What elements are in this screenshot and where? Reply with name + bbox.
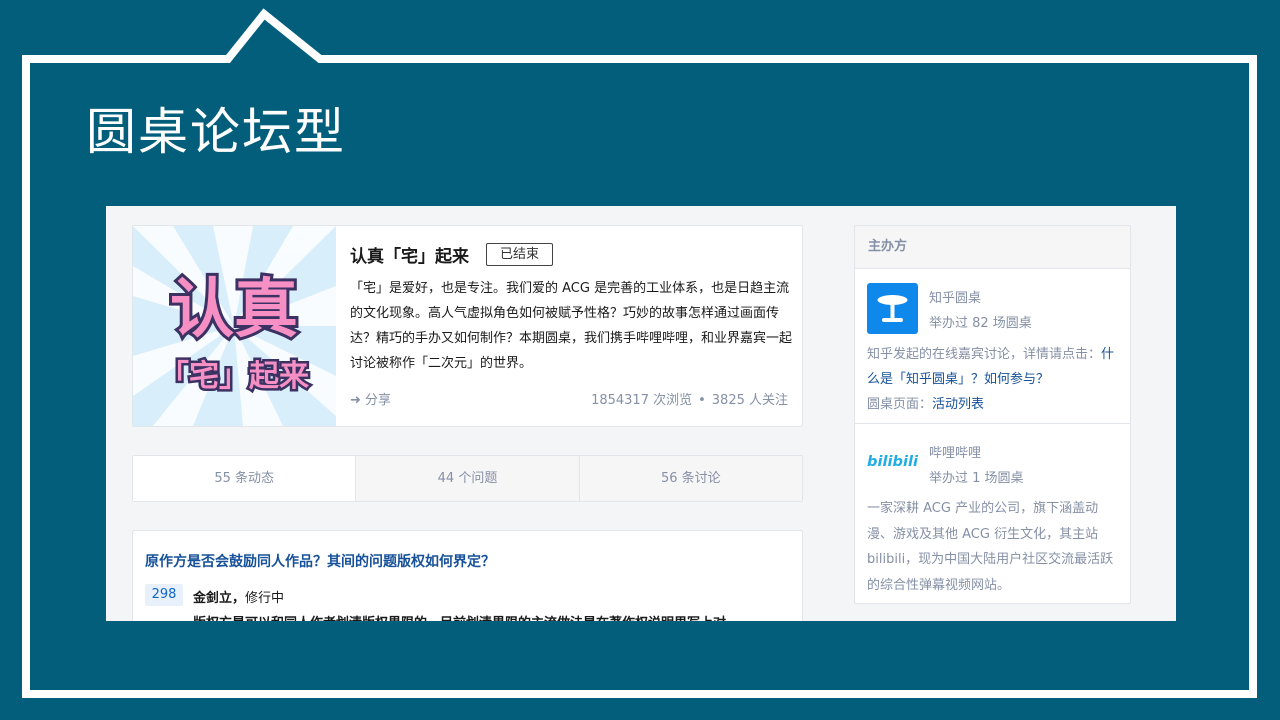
roundtable-tabs: 55 条动态 44 个问题 56 条讨论 xyxy=(132,455,803,502)
answer-author: 金釗立，修行中 xyxy=(193,587,284,606)
question-card: 原作方是否会鼓励同人作品？其间的问题版权如何界定？ 298 金釗立，修行中 版权… xyxy=(132,530,803,621)
follower-count[interactable]: 3825 人关注 xyxy=(712,393,788,408)
status-badge: 已结束 xyxy=(486,243,553,266)
tab-activities[interactable]: 55 条动态 xyxy=(133,456,357,501)
bilibili-logo-icon[interactable]: bilibili xyxy=(867,447,919,473)
organizer-name-zhihu[interactable]: 知乎圆桌 xyxy=(929,287,981,306)
organizer-meta-zhihu: 举办过 82 场圆桌 xyxy=(929,316,1032,331)
vote-count[interactable]: 298 xyxy=(145,584,183,606)
stats-separator: • xyxy=(698,393,706,408)
roundtable-description: 「宅」是爱好，也是专注。我们爱的 ACG 是完善的工业体系，也是日趋主流的文化现… xyxy=(350,281,793,371)
author-bio: 修行中 xyxy=(245,591,285,606)
question-title[interactable]: 原作方是否会鼓励同人作品？其间的问题版权如何界定？ xyxy=(145,551,495,571)
view-count: 1854317 次浏览 xyxy=(591,393,693,408)
share-button[interactable]: ➜ 分享 xyxy=(350,389,391,408)
activity-list-link[interactable]: 活动列表 xyxy=(932,397,984,412)
zhihu-roundtable-logo-icon[interactable] xyxy=(867,283,918,334)
author-name[interactable]: 金釗立， xyxy=(193,591,245,606)
org1-desc-prefix: 知乎发起的在线嘉宾讨论，详情请点击： xyxy=(867,347,1102,362)
organizer-sidebar: 主办方 知乎圆桌 举办过 82 场圆桌 知乎发起的在线嘉宾讨论，详情请点击：什么… xyxy=(854,225,1131,604)
organizer-name-bilibili[interactable]: 哔哩哔哩 xyxy=(929,442,981,461)
bilibili-logo-text: bilibili xyxy=(867,454,918,470)
cover-title-line1: 认真 xyxy=(170,273,298,347)
roundtable-title[interactable]: 认真「宅」起来 xyxy=(350,242,469,267)
screenshot-panel: 认真 「宅」起来 认真「宅」起来 已结束 「宅」是爱好，也是专注。我们爱的 AC… xyxy=(106,206,1176,621)
roundtable-cover-image[interactable]: 认真 「宅」起来 xyxy=(133,226,336,426)
slide-title: 圆桌论坛型 xyxy=(86,103,346,161)
roundtable-hero-card: 认真 「宅」起来 认真「宅」起来 已结束 「宅」是爱好，也是专注。我们爱的 AC… xyxy=(132,225,803,427)
answer-excerpt[interactable]: 版权方是可以和同人作者划清版权界限的，目前划清界限的主流做法是在著作权说明里写上… xyxy=(193,612,793,621)
organizer-desc-bilibili: 一家深耕 ACG 产业的公司，旗下涵盖动漫、游戏及其他 ACG 衍生文化，其主站… xyxy=(867,501,1114,593)
organizer-meta-bilibili: 举办过 1 场圆桌 xyxy=(929,471,1024,486)
cover-title-line2: 「宅」起来 xyxy=(159,359,309,394)
org1-desc-mid: 圆桌页面： xyxy=(867,397,933,412)
sidebar-heading: 主办方 xyxy=(855,226,1130,269)
share-label: 分享 xyxy=(365,393,392,408)
share-arrow-icon: ➜ xyxy=(350,393,361,408)
tab-discussions[interactable]: 56 条讨论 xyxy=(579,456,802,501)
organizer-desc-zhihu: 知乎发起的在线嘉宾讨论，详情请点击：什么是「知乎圆桌」？如何参与？ 圆桌页面：活… xyxy=(867,342,1123,417)
sidebar-divider xyxy=(855,423,1130,424)
roundtable-stats: 1854317 次浏览 • 3825 人关注 xyxy=(591,389,788,408)
tab-questions[interactable]: 44 个问题 xyxy=(356,456,580,501)
